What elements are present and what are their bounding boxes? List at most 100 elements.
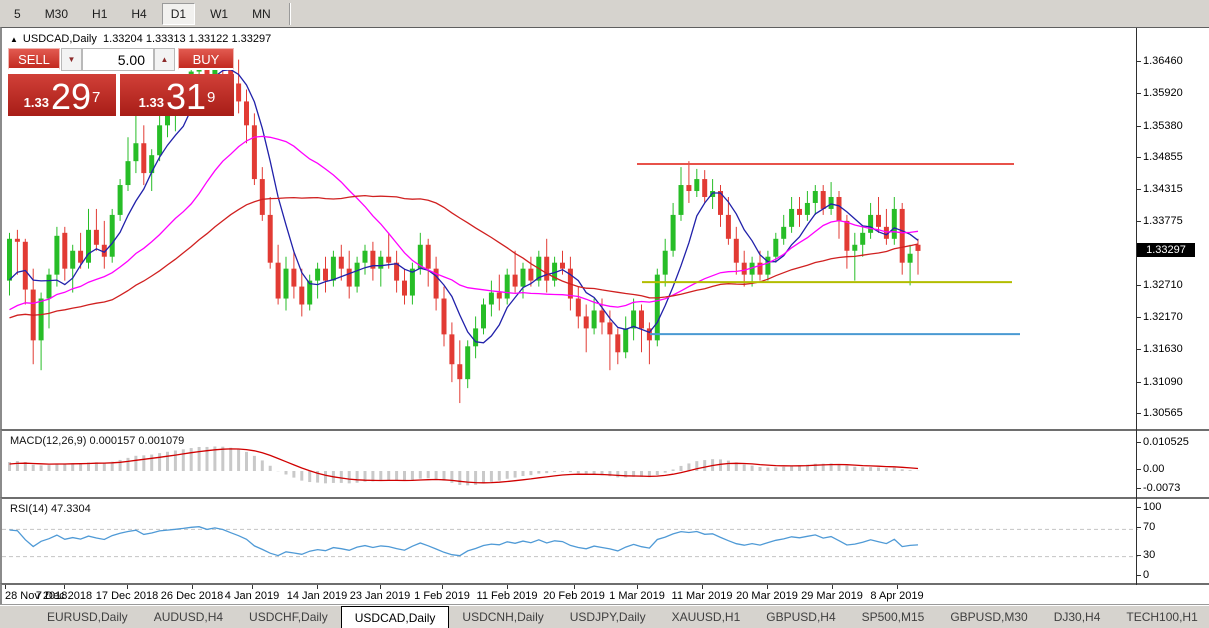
date-axis-label: 7 Dec 2018 bbox=[36, 590, 92, 602]
date-axis-tick bbox=[442, 585, 443, 589]
date-axis-tick bbox=[317, 585, 318, 589]
rsi-axis-label: 30 bbox=[1143, 549, 1155, 561]
price-axis-separator bbox=[1136, 28, 1137, 585]
volume-input[interactable] bbox=[82, 48, 154, 71]
macd-indicator-panel: MACD(12,26,9) 0.000157 0.001079 bbox=[0, 429, 1209, 497]
timeframe-button-mn[interactable]: MN bbox=[243, 3, 280, 25]
buy-price-display[interactable]: 1.33319 bbox=[120, 74, 234, 116]
sell-price-prefix: 1.33 bbox=[24, 93, 49, 113]
date-axis-label: 23 Jan 2019 bbox=[350, 590, 411, 602]
date-axis-tick bbox=[897, 585, 898, 589]
chart-tabs-bar: EURUSD,DailyAUDUSD,H4USDCHF,DailyUSDCAD,… bbox=[0, 604, 1209, 628]
chart-tab-eurusd[interactable]: EURUSD,Daily bbox=[34, 605, 141, 628]
date-axis-label: 11 Feb 2019 bbox=[477, 590, 538, 602]
price-axis-label: 1.35920 bbox=[1143, 87, 1183, 99]
chart-tab-usdchf[interactable]: USDCHF,Daily bbox=[236, 605, 341, 628]
price-axis-label: 1.31090 bbox=[1143, 376, 1183, 388]
macd-values: 0.000157 0.001079 bbox=[89, 435, 184, 447]
price-axis-label: 1.35380 bbox=[1143, 120, 1183, 132]
price-axis-label: 1.32710 bbox=[1143, 279, 1183, 291]
date-axis-label: 1 Feb 2019 bbox=[414, 590, 470, 602]
date-axis-tick bbox=[64, 585, 65, 589]
macd-label: MACD(12,26,9) 0.000157 0.001079 bbox=[10, 435, 184, 447]
rsi-axis-label: 70 bbox=[1143, 521, 1155, 533]
main-chart-panel: ▲ USDCAD,Daily 1.33204 1.33313 1.33122 1.… bbox=[0, 27, 1209, 429]
collapse-panel-icon[interactable]: ▲ bbox=[10, 35, 18, 44]
chart-tab-usdcnh[interactable]: USDCNH,Daily bbox=[449, 605, 556, 628]
rsi-axis-label: 100 bbox=[1143, 501, 1161, 513]
date-axis-tick bbox=[5, 585, 6, 589]
timeframe-button-w1[interactable]: W1 bbox=[201, 3, 237, 25]
chart-tab-dj30[interactable]: DJ30,H4 bbox=[1041, 605, 1114, 628]
macd-axis-label: -0.0073 bbox=[1143, 482, 1180, 494]
date-axis-label: 17 Dec 2018 bbox=[96, 590, 158, 602]
price-axis-label: 1.34855 bbox=[1143, 151, 1183, 163]
date-axis-tick bbox=[767, 585, 768, 589]
rsi-axis-label: 0 bbox=[1143, 569, 1149, 581]
date-axis-tick bbox=[702, 585, 703, 589]
macd-axis-label: 0.010525 bbox=[1143, 436, 1189, 448]
buy-button[interactable]: BUY bbox=[178, 48, 234, 70]
date-axis-label: 14 Jan 2019 bbox=[287, 590, 348, 602]
date-axis-tick bbox=[507, 585, 508, 589]
timeframe-button-5[interactable]: 5 bbox=[5, 3, 30, 25]
macd-signal-line bbox=[10, 449, 919, 483]
price-axis-label: 1.32170 bbox=[1143, 311, 1183, 323]
chart-tab-sp500[interactable]: SP500,M15 bbox=[849, 605, 938, 628]
date-axis-label: 20 Feb 2019 bbox=[543, 590, 605, 602]
date-axis-label: 4 Jan 2019 bbox=[225, 590, 279, 602]
volume-increase-button[interactable]: ▲ bbox=[154, 48, 175, 71]
rsi-indicator-panel: RSI(14) 47.3304 bbox=[0, 497, 1209, 583]
sell-button[interactable]: SELL bbox=[8, 48, 60, 70]
date-axis-label: 20 Mar 2019 bbox=[736, 590, 798, 602]
rsi-chart bbox=[2, 499, 1138, 585]
date-axis-label: 29 Mar 2019 bbox=[801, 590, 863, 602]
one-click-trading-panel: SELL ▼ ▲ BUY 1.33297 1.33319 bbox=[8, 48, 234, 142]
price-axis-label: 1.36460 bbox=[1143, 55, 1183, 67]
buy-price-big: 31 bbox=[166, 80, 206, 113]
date-axis-label: 26 Dec 2018 bbox=[161, 590, 223, 602]
date-axis-label: 11 Mar 2019 bbox=[672, 590, 733, 602]
current-price-tag: 1.33297 bbox=[1137, 243, 1195, 257]
chart-ohlc-values: 1.33204 1.33313 1.33122 1.33297 bbox=[103, 33, 271, 45]
chart-tab-xauusd[interactable]: XAUUSD,H1 bbox=[659, 605, 754, 628]
sell-price-big: 29 bbox=[51, 80, 91, 113]
date-axis-tick bbox=[832, 585, 833, 589]
timeframe-toolbar: 5 M30 H1 H4 D1 W1 MN bbox=[0, 0, 1209, 27]
timeframe-button-d1[interactable]: D1 bbox=[162, 3, 195, 25]
chart-title: ▲ USDCAD,Daily 1.33204 1.33313 1.33122 1.… bbox=[10, 33, 271, 45]
chart-symbol-label: USDCAD,Daily bbox=[23, 33, 97, 45]
chart-tab-usdcad[interactable]: USDCAD,Daily bbox=[341, 606, 450, 628]
timeframe-button-h4[interactable]: H4 bbox=[122, 3, 155, 25]
date-axis-tick bbox=[192, 585, 193, 589]
date-axis-tick bbox=[574, 585, 575, 589]
date-axis-tick bbox=[127, 585, 128, 589]
timeframe-button-h1[interactable]: H1 bbox=[83, 3, 116, 25]
sell-price-display[interactable]: 1.33297 bbox=[8, 74, 116, 116]
rsi-label: RSI(14) 47.3304 bbox=[10, 503, 91, 515]
price-axis-label: 1.34315 bbox=[1143, 183, 1183, 195]
date-axis-label: 1 Mar 2019 bbox=[609, 590, 665, 602]
date-axis-tick bbox=[637, 585, 638, 589]
chart-tab-audusd[interactable]: AUDUSD,H4 bbox=[141, 605, 236, 628]
chart-tab-gbpusd[interactable]: GBPUSD,M30 bbox=[937, 605, 1040, 628]
date-axis-tick bbox=[252, 585, 253, 589]
chart-tab-tech100[interactable]: TECH100,H1 bbox=[1113, 605, 1209, 628]
rsi-value: 47.3304 bbox=[51, 503, 91, 515]
price-axis-label: 1.30565 bbox=[1143, 407, 1183, 419]
buy-price-pip: 9 bbox=[207, 83, 215, 113]
buy-price-prefix: 1.33 bbox=[139, 93, 164, 113]
volume-decrease-button[interactable]: ▼ bbox=[61, 48, 82, 71]
chart-tab-gbpusd[interactable]: GBPUSD,H4 bbox=[753, 605, 848, 628]
chart-tab-usdjpy[interactable]: USDJPY,Daily bbox=[557, 605, 659, 628]
date-axis-label: 8 Apr 2019 bbox=[870, 590, 923, 602]
date-axis: 28 Nov 20187 Dec 201817 Dec 201826 Dec 2… bbox=[0, 583, 1209, 604]
price-axis-label: 1.33775 bbox=[1143, 215, 1183, 227]
rsi-line bbox=[10, 527, 919, 556]
price-axis-label: 1.31630 bbox=[1143, 343, 1183, 355]
toolbar-separator bbox=[289, 3, 290, 25]
sell-price-pip: 7 bbox=[92, 83, 100, 113]
timeframe-button-m30[interactable]: M30 bbox=[36, 3, 77, 25]
macd-axis-label: 0.00 bbox=[1143, 463, 1164, 475]
date-axis-tick bbox=[380, 585, 381, 589]
